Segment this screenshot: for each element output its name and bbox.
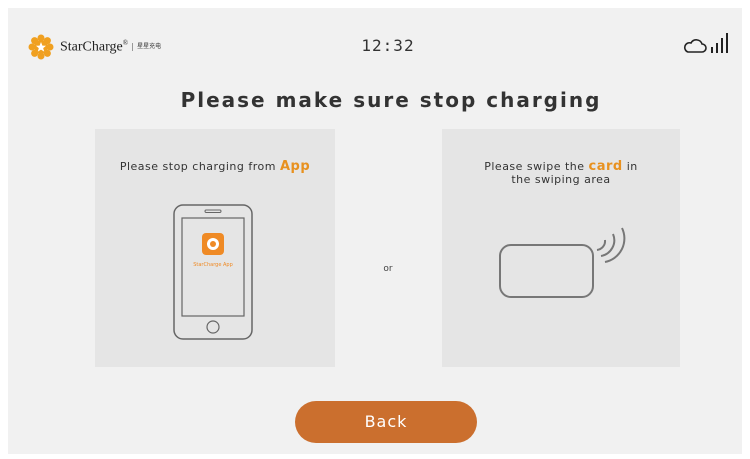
app-stop-instruction: Please stop charging from App xyxy=(119,159,311,174)
card-swipe-instruction: Please swipe the card in the swiping are… xyxy=(484,159,638,186)
card-swipe-icon xyxy=(499,227,626,298)
brand-subtitle: 星星充电 xyxy=(132,43,161,51)
screen: StarCharge® 星星充电 12:32 Please make sure … xyxy=(8,8,742,454)
page-title: Please make sure stop charging xyxy=(180,88,602,112)
app-icon-label: StarCharge App xyxy=(193,262,233,268)
back-button[interactable]: Back xyxy=(295,401,477,443)
brand-logo: StarCharge® 星星充电 xyxy=(28,32,161,62)
brand-name: StarCharge® xyxy=(60,38,129,55)
status-indicators xyxy=(683,32,730,54)
card-swipe-panel: Please swipe the card in the swiping are… xyxy=(442,129,680,367)
clock: 12:32 xyxy=(361,36,415,55)
app-stop-panel: Please stop charging from App StarCharge… xyxy=(95,129,335,367)
starcharge-logo-icon xyxy=(28,34,54,60)
or-separator: or xyxy=(383,264,393,274)
phone-icon: StarCharge App xyxy=(173,204,253,340)
signal-bars-icon xyxy=(711,33,728,53)
cloud-icon xyxy=(684,39,707,53)
starcharge-app-icon xyxy=(202,233,224,255)
header: StarCharge® 星星充电 12:32 xyxy=(8,8,742,78)
